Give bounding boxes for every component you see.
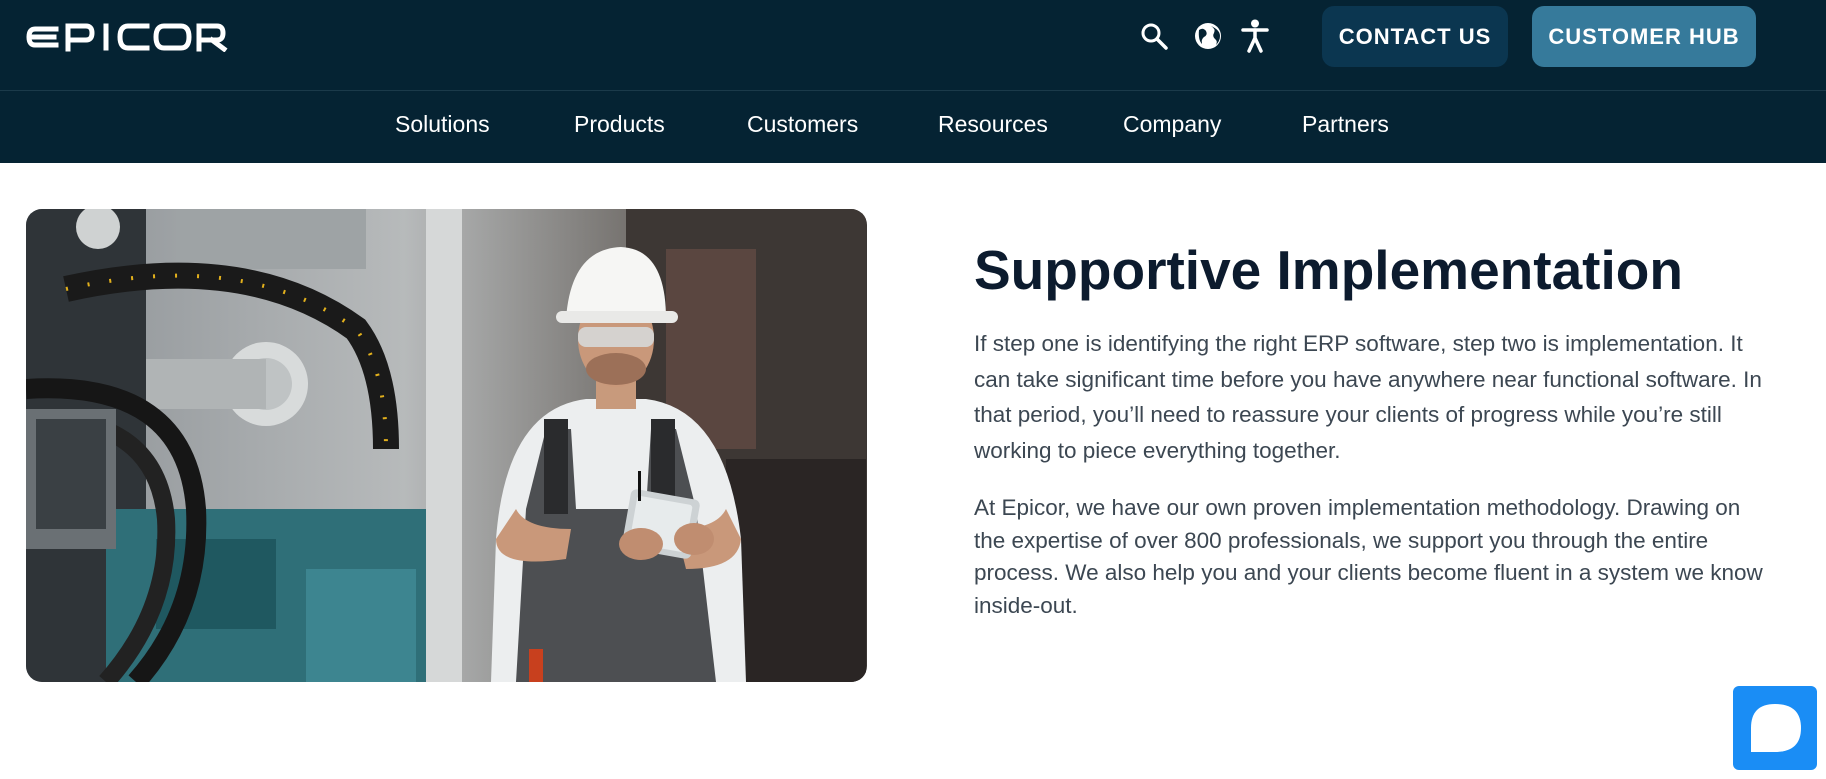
nav-item-customers[interactable]: Customers: [747, 111, 858, 138]
epicor-logo[interactable]: [26, 22, 228, 52]
chat-widget-button[interactable]: [1733, 686, 1817, 770]
contact-us-button[interactable]: CONTACT US: [1322, 6, 1508, 67]
customer-hub-button[interactable]: CUSTOMER HUB: [1532, 6, 1756, 67]
nav-item-solutions[interactable]: Solutions: [395, 111, 490, 138]
nav-item-company[interactable]: Company: [1123, 111, 1221, 138]
intro-paragraph: If step one is identifying the right ERP…: [974, 331, 1762, 463]
chat-bubble-icon: [1751, 704, 1801, 752]
search-icon[interactable]: [1137, 19, 1171, 53]
nav-item-partners[interactable]: Partners: [1302, 111, 1389, 138]
section-heading: Supportive Implementation: [974, 239, 1683, 301]
globe-icon[interactable]: [1191, 19, 1225, 53]
main-navigation: Solutions Products Customers Resources C…: [0, 91, 1826, 163]
top-header: CONTACT US CUSTOMER HUB: [0, 0, 1826, 91]
nav-item-resources[interactable]: Resources: [938, 111, 1048, 138]
methodology-paragraph: At Epicor, we have our own proven implem…: [974, 495, 1763, 618]
nav-item-products[interactable]: Products: [574, 111, 665, 138]
accessibility-icon[interactable]: [1238, 19, 1272, 53]
factory-worker-photo: [26, 209, 867, 682]
